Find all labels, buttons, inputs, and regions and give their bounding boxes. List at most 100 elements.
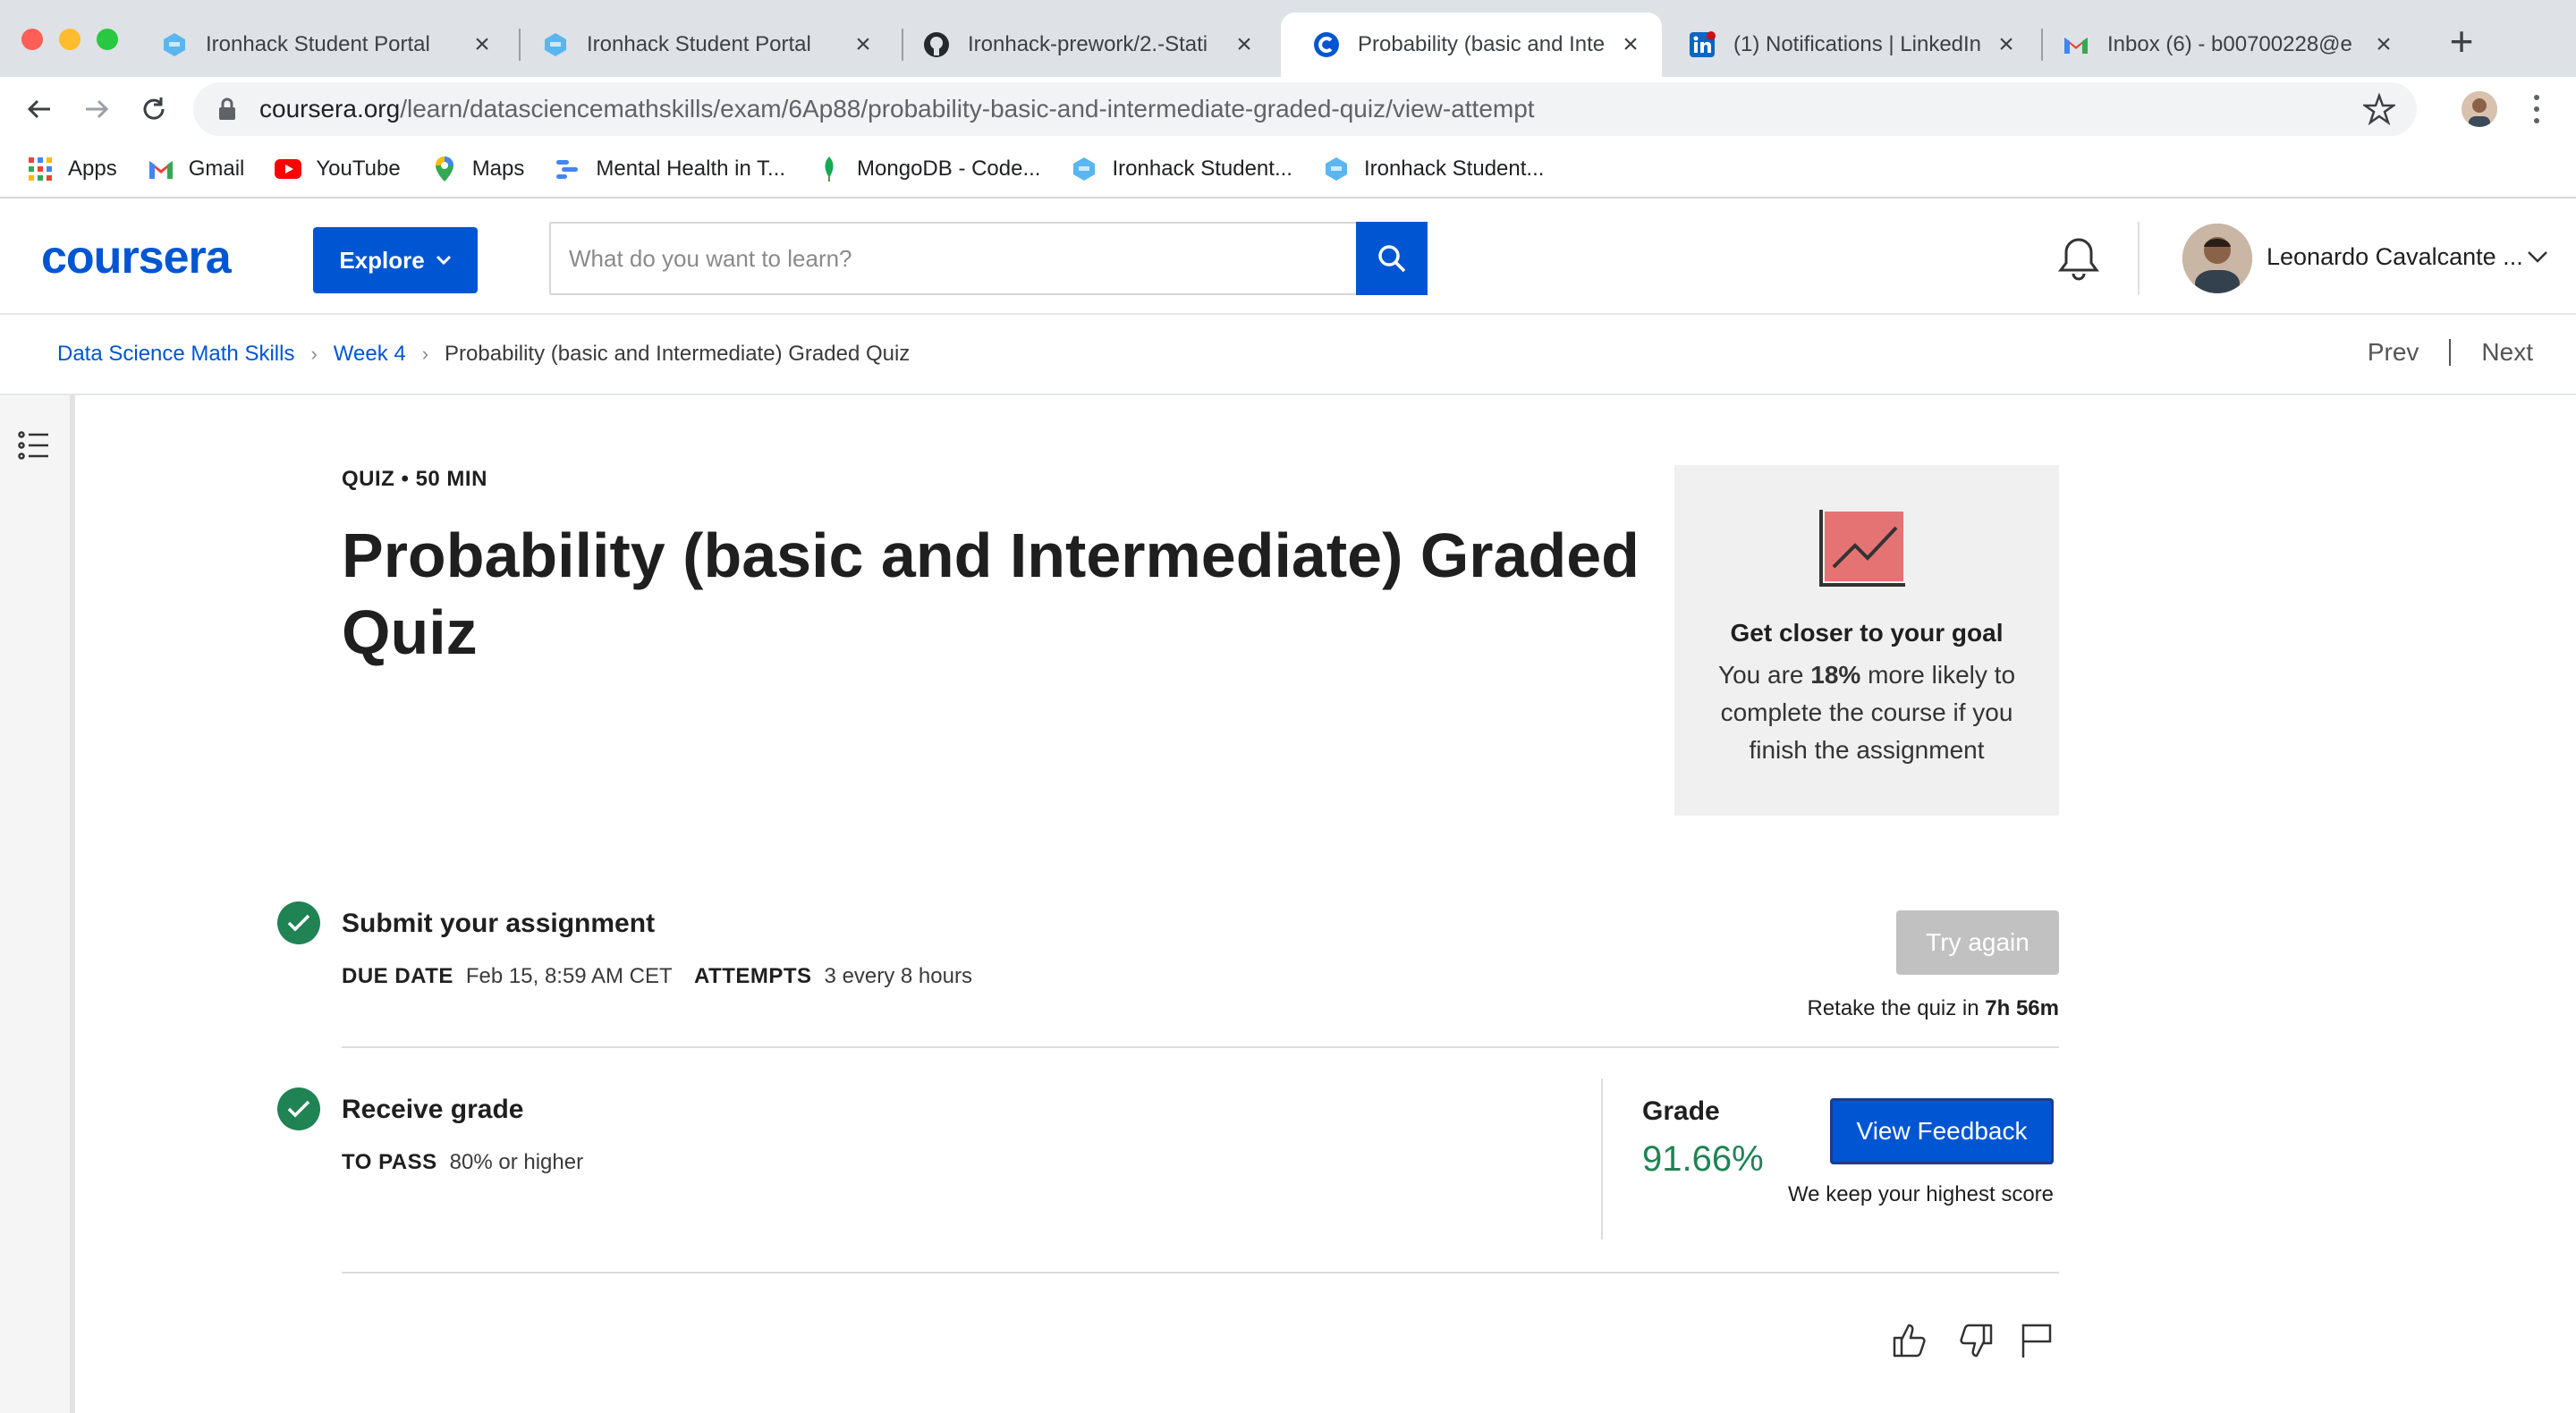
close-tab-icon[interactable]: × [1617,30,1644,59]
user-name[interactable]: Leonardo Cavalcante ... [2267,243,2523,271]
bookmark-label: MongoDB - Code... [857,157,1041,181]
bookmark-label: YouTube [316,157,401,181]
bookmark-ironhack-1[interactable]: Ironhack Student... [1071,156,1292,182]
trend-chart-icon [1818,508,1907,588]
breadcrumb: Data Science Math Skills › Week 4 › Prob… [57,342,910,367]
browser-menu-icon[interactable] [2528,91,2546,127]
reload-button[interactable] [132,88,175,131]
try-again-button[interactable]: Try again [1896,910,2059,975]
bookmark-label: Mental Health in T... [596,157,786,181]
breadcrumb-bar: Data Science Math Skills › Week 4 › Prob… [0,315,2576,395]
bookmark-label: Apps [68,157,117,181]
section-divider [342,1272,2059,1273]
attempts-value: 3 every 8 hours [824,964,972,988]
browser-tab-active[interactable]: Probability (basic and Inte × [1281,13,1662,77]
search-box [549,222,1428,295]
bookmarks-bar: Apps Gmail YouTube Maps Mental Health in… [0,141,2576,197]
new-tab-button[interactable]: + [2442,21,2481,63]
coursera-icon [1313,31,1340,58]
close-tab-icon[interactable]: × [1231,30,1258,59]
explore-button[interactable]: Explore [313,227,478,293]
view-feedback-button[interactable]: View Feedback [1830,1098,2054,1164]
arrow-right-icon [86,99,109,119]
browser-tab[interactable]: Inbox (6) - b00700228@e × [2030,13,2415,77]
maps-pin-icon [431,156,458,182]
search-input[interactable] [551,224,1354,293]
forward-button[interactable] [75,88,118,131]
bookmark-ironhack-2[interactable]: Ironhack Student... [1323,156,1544,182]
bookmark-youtube[interactable]: YouTube [275,156,401,182]
course-outline-rail [0,395,75,1413]
ironhack-icon [1323,156,1350,182]
browser-tab[interactable]: Ironhack-prework/2.-Stati × [891,13,1275,77]
tab-title: Ironhack Student Portal [587,32,811,56]
linkedin-icon [1689,31,1716,58]
coursera-logo[interactable]: coursera [41,231,232,284]
youtube-icon [275,156,302,182]
bookmark-mental-health[interactable]: Mental Health in T... [555,156,785,182]
chevron-right-icon: › [421,343,429,365]
user-avatar[interactable] [2182,224,2252,293]
bookmark-mongodb[interactable]: MongoDB - Code... [816,156,1040,182]
browser-tab[interactable]: Ironhack Student Portal × [510,13,894,77]
tab-title: Probability (basic and Inte [1358,32,1606,56]
close-tab-icon[interactable]: × [469,30,496,59]
due-date-value: Feb 15, 8:59 AM CET [465,964,673,988]
reload-icon [143,97,165,120]
goal-percent: 18% [1810,661,1861,689]
maximize-window-button[interactable] [97,29,118,50]
thumbs-up-icon[interactable] [1889,1320,1930,1361]
header-divider [2138,222,2140,295]
prev-link[interactable]: Prev [2368,338,2419,367]
bookmark-gmail[interactable]: Gmail [148,156,245,182]
ironhack-icon [542,31,569,58]
pass-requirement: TO PASS 80% or higher [342,1150,583,1175]
grade-value: 91.66% [1642,1139,1764,1179]
pass-label: TO PASS [342,1150,437,1174]
nav-divider [2449,339,2452,366]
address-bar[interactable]: coursera.org/learn/datasciencemathskills… [193,82,2417,136]
retake-time: 7h 56m [1985,996,2059,1020]
bookmark-star-icon[interactable] [2363,93,2395,125]
bookmark-maps[interactable]: Maps [431,156,524,182]
close-window-button[interactable] [21,29,43,50]
close-tab-icon[interactable]: × [850,30,877,59]
bookmark-apps[interactable]: Apps [27,156,117,182]
close-tab-icon[interactable]: × [2370,30,2397,59]
breadcrumb-course-link[interactable]: Data Science Math Skills [57,342,294,367]
breadcrumb-week-link[interactable]: Week 4 [334,342,406,367]
attempts: ATTEMPTS 3 every 8 hours [694,964,972,989]
browser-tab[interactable]: (1) Notifications | LinkedIn × [1657,13,2038,77]
flag-icon[interactable] [2016,1320,2057,1361]
site-header: coursera Explore Leonardo Cavalcante ... [0,199,2576,315]
browser-profile-avatar[interactable] [2462,91,2497,127]
vertical-divider [1601,1079,1603,1240]
course-outline-list-icon[interactable] [16,427,52,463]
url-host: coursera.org [259,95,401,123]
breadcrumb-current: Probability (basic and Intermediate) Gra… [445,342,911,366]
tab-title: Inbox (6) - b00700228@e [2107,32,2352,56]
search-button[interactable] [1356,222,1428,295]
explore-label: Explore [339,246,425,274]
mental-health-icon [555,156,581,182]
thumbs-down-icon[interactable] [1955,1320,1996,1361]
lock-icon[interactable] [213,95,242,123]
goal-text: You are 18% more likely to complete the … [1701,656,2032,769]
grade-label: Grade [1642,1096,1720,1126]
goal-text-before: You are [1717,661,1811,689]
close-tab-icon[interactable]: × [1993,30,2020,59]
minimize-window-button[interactable] [59,29,80,50]
section-divider [342,1046,2059,1048]
chevron-down-icon[interactable] [2524,243,2551,270]
browser-tab[interactable]: Ironhack Student Portal × [129,13,513,77]
attempts-label: ATTEMPTS [694,964,812,988]
gmail-icon [2063,31,2089,58]
retake-prefix: Retake the quiz in [1807,996,1986,1020]
back-button[interactable] [18,88,61,131]
bookmark-label: Gmail [188,157,245,181]
browser-chrome: Ironhack Student Portal × Ironhack Stude… [0,0,2576,199]
next-link[interactable]: Next [2481,338,2533,367]
arrow-left-icon [27,99,50,119]
notifications-bell-icon[interactable] [2055,234,2102,284]
tab-title: Ironhack-prework/2.-Stati [968,32,1208,56]
